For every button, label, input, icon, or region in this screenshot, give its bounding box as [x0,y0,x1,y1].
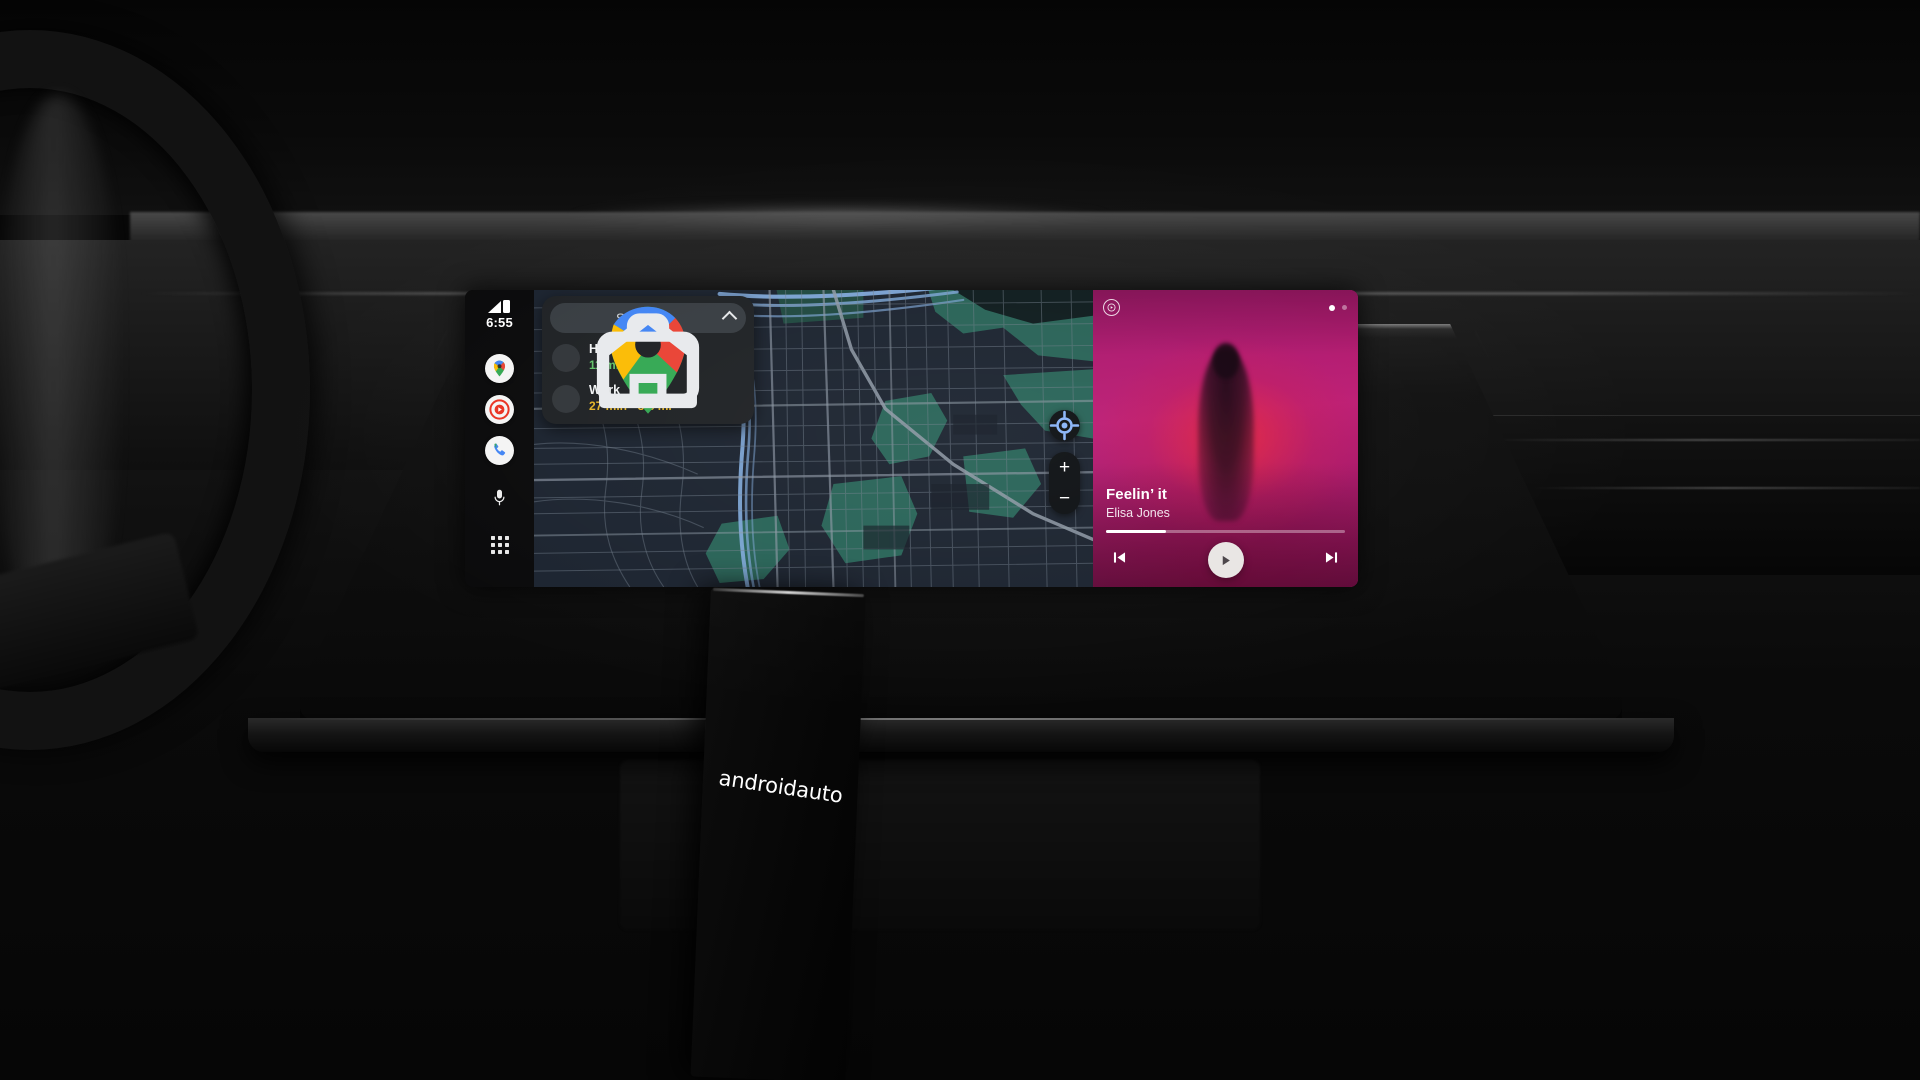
cabin-ceiling [0,0,1920,215]
track-artist: Elisa Jones [1106,506,1170,520]
skip-next-icon [1325,552,1338,563]
sidebar-item-app-launcher[interactable] [487,532,513,558]
sidebar-app-list [485,354,514,465]
battery-icon [503,300,511,313]
status-bar: 6:55 [486,299,513,330]
car-interior-scene: 6:55 Home 11 Work 27 min · 8.3 mi + − Fe… [0,0,1920,1080]
next-track-button[interactable] [1322,548,1341,572]
sidebar-item-phone[interactable] [485,436,514,465]
android-auto-placard: androidauto [690,587,866,1080]
infotainment-display-housing: 6:55 Home 11 Work 27 min · 8.3 mi + − Fe… [248,290,1674,752]
play-icon [1222,555,1230,565]
youtube-music-icon[interactable] [1103,299,1120,316]
media-header [1103,299,1347,316]
maps-suggestions-card: Search Home 11 min · 4.2 mi [542,296,754,425]
media-controls [1106,542,1345,578]
logo-text: androidauto [717,765,845,808]
android-auto-screen: 6:55 Home 11 Work 27 min · 8.3 mi + − Fe… [465,290,1358,587]
media-info: Feelin’ it Elisa Jones [1093,486,1358,578]
previous-track-button[interactable] [1110,548,1129,572]
display-base-lip [248,718,1674,752]
map-surface[interactable]: Search Home 11 min · 4.2 mi [534,290,1093,587]
media-player-panel[interactable]: Feelin’ it Elisa Jones [1093,290,1358,587]
sidebar-system-controls [487,485,513,558]
signal-bars-icon [488,301,502,313]
play-button[interactable] [1207,542,1244,578]
status-icons [488,299,511,313]
zoom-in-button[interactable]: + [1059,458,1070,477]
android-auto-logo: androidauto [700,763,862,810]
navigation-sidebar: 6:55 [465,290,534,587]
briefcase-icon [552,313,700,413]
page-dot-active[interactable] [1329,304,1335,311]
destination-work[interactable]: Work 27 min · 8.3 mi [550,313,746,415]
youtube-music-icon [489,399,510,420]
sidebar-item-google-maps[interactable] [485,354,514,383]
maps-pin-icon [493,360,506,377]
crosshair-icon [1049,410,1080,441]
grid-apps-icon [490,536,509,554]
phone-icon [494,443,506,456]
progress-fill [1106,530,1166,533]
zoom-controls: + − [1049,452,1080,514]
microphone-icon [494,489,505,505]
page-dot[interactable] [1342,305,1347,310]
zoom-out-button[interactable]: − [1059,489,1070,508]
sidebar-item-assistant-mic[interactable] [487,485,513,511]
my-location-button[interactable] [1049,410,1080,441]
page-indicator [1329,304,1347,311]
skip-previous-icon [1113,552,1126,563]
sidebar-item-youtube-music[interactable] [485,395,514,424]
track-title: Feelin’ it [1106,486,1168,503]
clock: 6:55 [486,315,513,330]
progress-bar[interactable] [1106,530,1345,533]
